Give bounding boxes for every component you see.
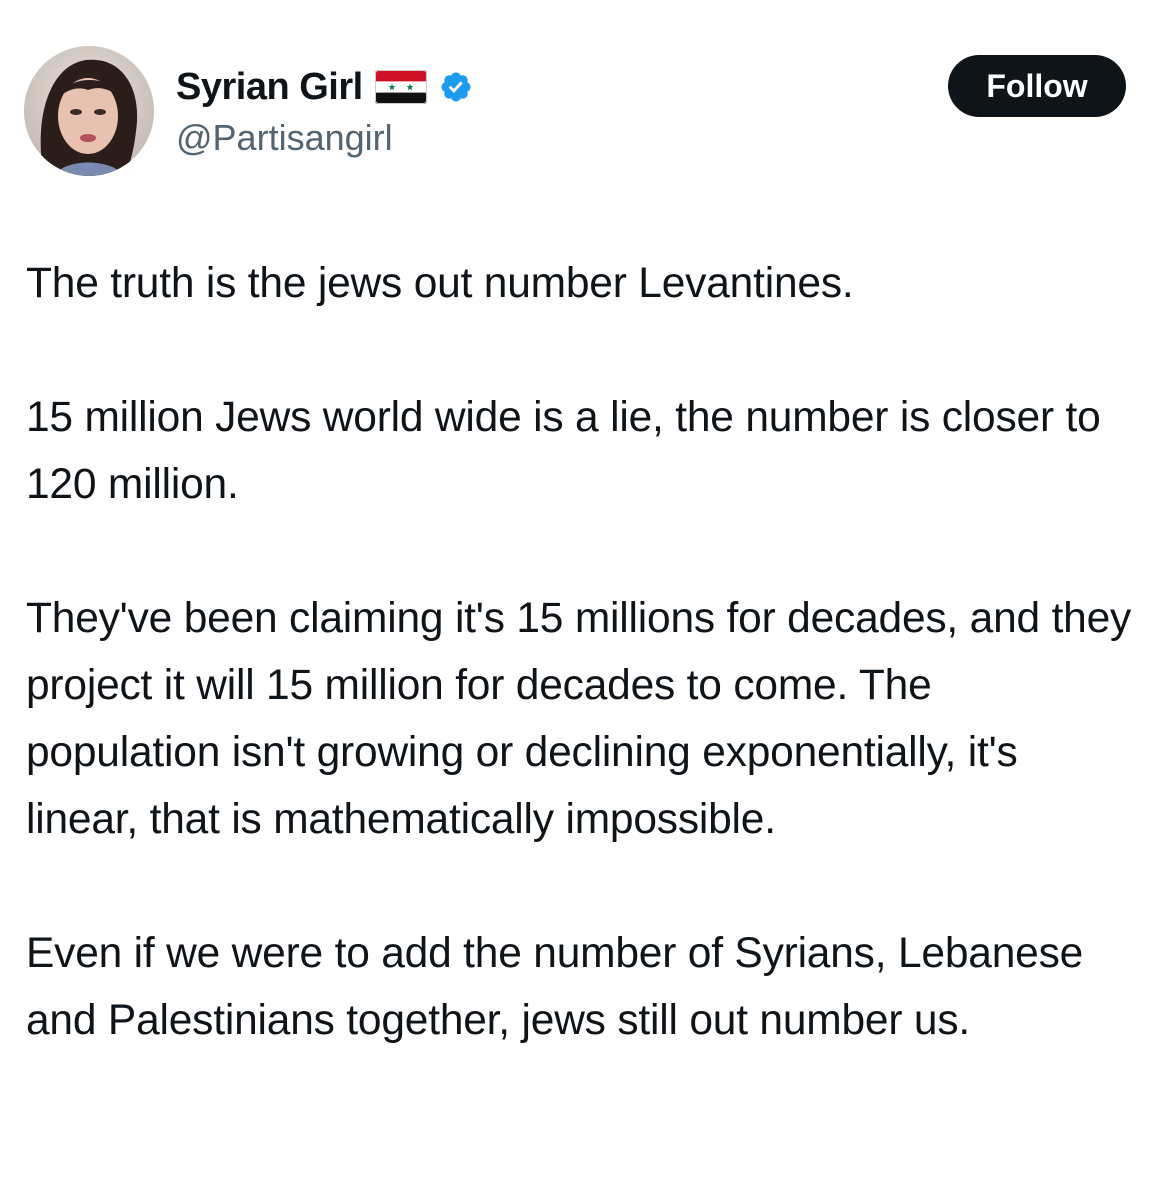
verified-badge-icon[interactable]: [439, 70, 473, 104]
display-name[interactable]: Syrian Girl: [176, 66, 363, 109]
syria-flag-icon: [374, 70, 427, 104]
avatar[interactable]: [24, 46, 154, 176]
tweet-paragraph: 15 million Jews world wide is a lie, the…: [26, 394, 1101, 508]
tweet-text: The truth is the jews out number Levanti…: [26, 250, 1136, 1054]
follow-button[interactable]: Follow: [948, 55, 1126, 117]
tweet-paragraph: They've been claiming it's 15 millions f…: [26, 595, 1132, 843]
tweet-paragraph: Even if we were to add the number of Syr…: [26, 930, 1084, 1044]
tweet-card: Syrian Girl @Partisangirl Follow The tru…: [0, 0, 1156, 1200]
author-handle[interactable]: @Partisangirl: [176, 117, 393, 159]
tweet-paragraph: The truth is the jews out number Levanti…: [26, 260, 854, 307]
avatar-image: [24, 46, 154, 176]
author-name-row: Syrian Girl: [176, 62, 473, 112]
